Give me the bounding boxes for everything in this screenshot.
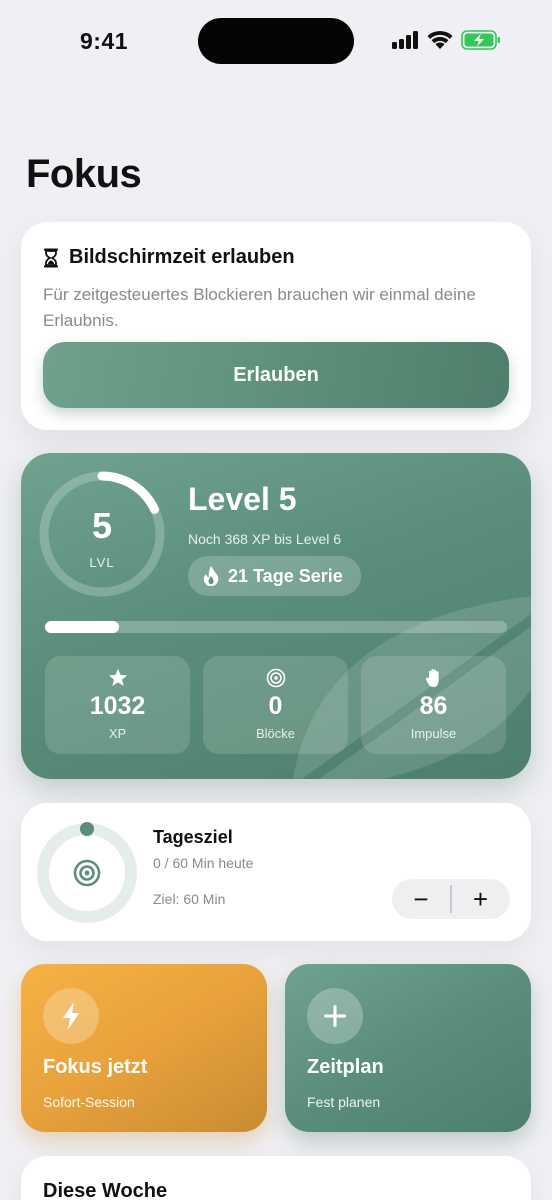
hand-icon xyxy=(425,669,439,687)
stat-tile-xp: 1032 XP xyxy=(45,656,190,754)
level-card[interactable]: 5 LVL Level 5 Noch 368 XP bis Level 6 21… xyxy=(21,453,531,779)
stat-value: 86 xyxy=(419,692,448,720)
level-title: Level 5 xyxy=(188,481,297,517)
daily-goal-ring xyxy=(37,822,137,923)
status-time: 9:41 xyxy=(80,28,129,54)
flame-icon xyxy=(203,566,219,586)
battery-charging-icon xyxy=(461,30,500,50)
stat-label: XP xyxy=(108,726,127,741)
daily-goal-progress-text: 0 / 60 Min heute xyxy=(153,855,254,871)
stat-value: 0 xyxy=(268,692,283,720)
increase-goal-button[interactable]: + xyxy=(452,879,510,919)
level-number: 5 xyxy=(91,505,113,546)
permission-title-row: Bildschirmzeit erlauben xyxy=(43,246,295,269)
screen-time-permission-card: Bildschirmzeit erlauben Für zeitgesteuer… xyxy=(21,222,531,430)
permission-description: Für zeitgesteuertes Blockieren brauchen … xyxy=(43,285,476,330)
target-icon xyxy=(266,668,285,688)
focus-icon-circle xyxy=(43,988,99,1044)
level-abbrev-label: LVL xyxy=(89,555,115,570)
this-week-title: Diese Woche xyxy=(43,1180,168,1200)
stat-value: 1032 xyxy=(89,692,146,720)
cellular-signal-icon xyxy=(392,31,420,49)
focus-now-tile[interactable]: Fokus jetzt Sofort-Session xyxy=(21,964,267,1132)
focus-now-subtitle: Sofort-Session xyxy=(43,1094,135,1110)
stat-label: Impulse xyxy=(410,726,457,741)
stat-tile-impulses: 86 Impulse xyxy=(361,656,506,754)
schedule-subtitle: Fest planen xyxy=(307,1094,381,1110)
permission-title: Bildschirmzeit erlauben xyxy=(69,246,295,268)
focus-now-title: Fokus jetzt xyxy=(43,1056,148,1078)
xp-remaining-text: Noch 368 XP bis Level 6 xyxy=(188,531,342,547)
goal-ring-handle xyxy=(80,822,94,836)
schedule-tile[interactable]: Zeitplan Fest planen xyxy=(285,964,531,1132)
decrease-goal-button[interactable]: − xyxy=(392,879,450,919)
this-week-card: Diese Woche xyxy=(21,1156,531,1200)
stat-label: Blöcke xyxy=(255,726,296,741)
target-icon xyxy=(73,859,101,887)
bolt-icon xyxy=(63,1002,79,1030)
schedule-title: Zeitplan xyxy=(307,1056,384,1078)
status-bar: 9:41 xyxy=(0,0,552,84)
daily-goal-target-text: Ziel: 60 Min xyxy=(153,891,226,907)
star-icon xyxy=(108,669,127,686)
hourglass-icon xyxy=(44,248,58,267)
plus-icon xyxy=(324,1005,346,1027)
daily-goal-card: Tagesziel 0 / 60 Min heute Ziel: 60 Min … xyxy=(21,803,531,941)
streak-label: 21 Tage Serie xyxy=(228,565,343,586)
daily-goal-title: Tagesziel xyxy=(153,827,233,847)
schedule-icon-circle xyxy=(307,988,363,1044)
wifi-icon xyxy=(427,30,453,49)
allow-button[interactable]: Erlauben xyxy=(43,342,509,408)
xp-progress-bar xyxy=(45,621,507,633)
goal-stepper: − + xyxy=(392,879,510,919)
page-title: Fokus xyxy=(26,152,142,196)
streak-badge[interactable]: 21 Tage Serie xyxy=(188,556,361,596)
xp-progress-fill xyxy=(45,621,119,633)
dynamic-island xyxy=(198,18,354,64)
stat-tile-blocks: 0 Blöcke xyxy=(203,656,348,754)
